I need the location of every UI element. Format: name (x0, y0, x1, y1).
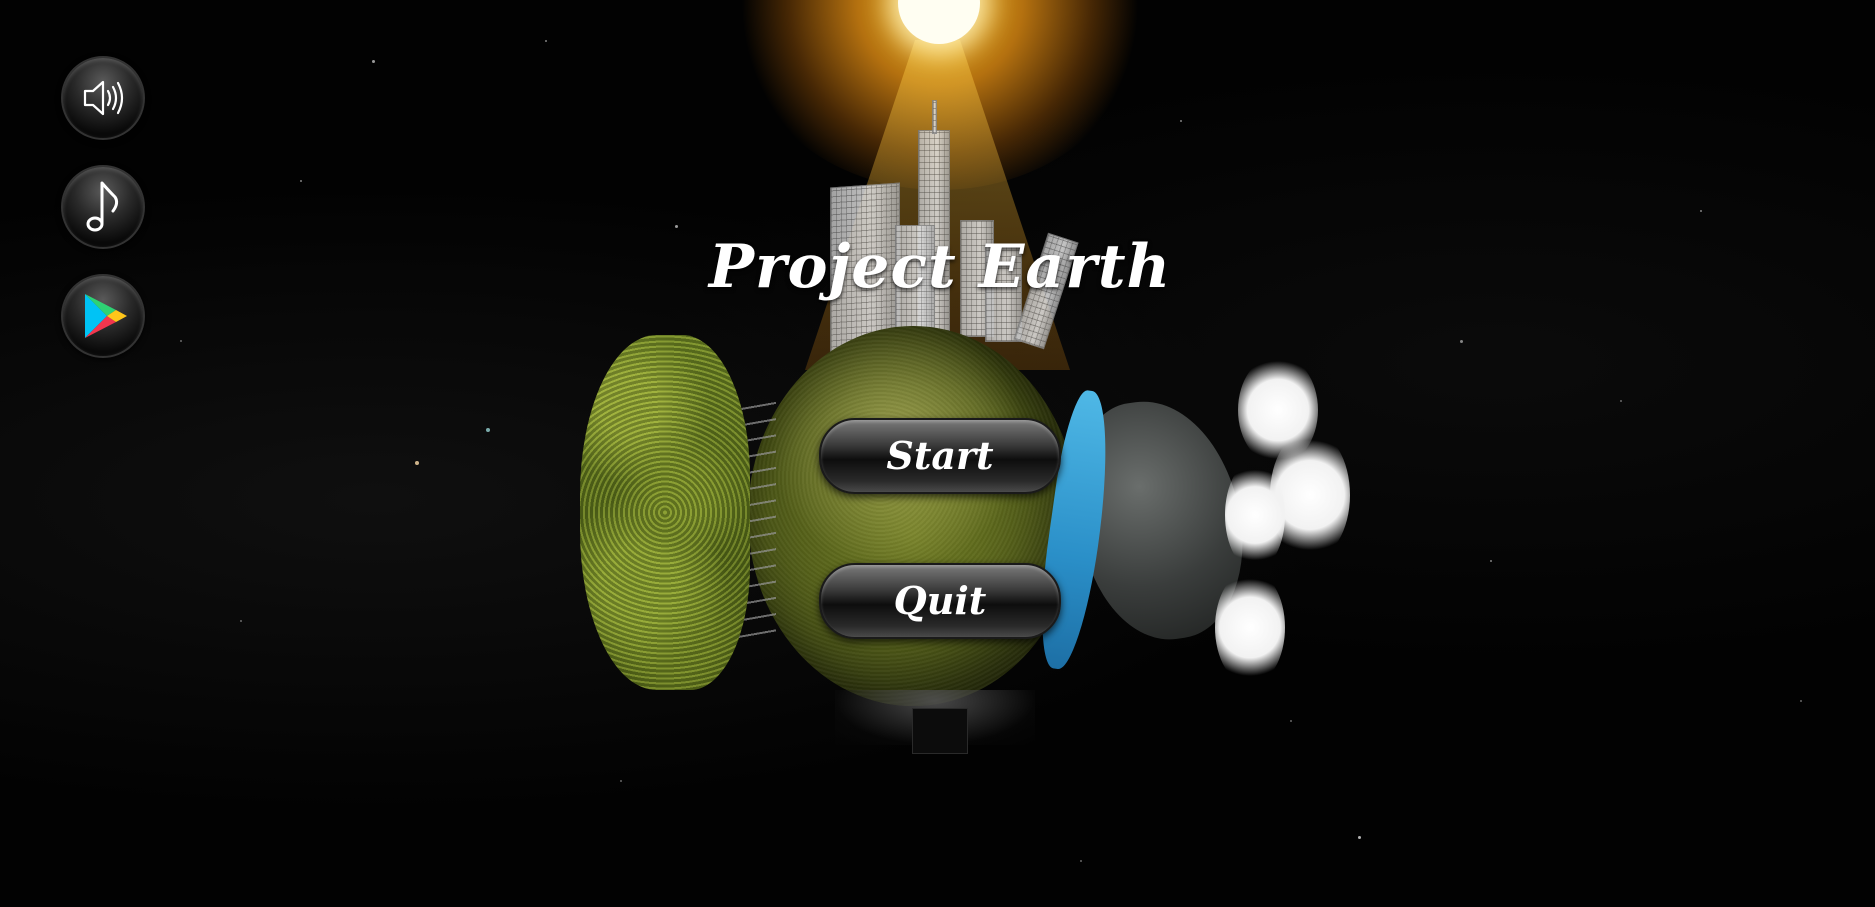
star (1080, 860, 1082, 862)
star (486, 428, 490, 432)
star (1800, 700, 1802, 702)
star (675, 225, 678, 228)
star (1358, 836, 1361, 839)
star (1620, 400, 1622, 402)
planet-grass-texture (748, 326, 1078, 706)
star (415, 461, 419, 465)
star (300, 180, 302, 182)
music-button[interactable] (61, 165, 145, 249)
game-title: Project Earth (708, 232, 1172, 302)
star (1180, 120, 1182, 122)
speaker-icon (83, 80, 124, 116)
machinery-box (912, 708, 968, 754)
star (240, 620, 242, 622)
google-play-button[interactable] (61, 274, 145, 358)
star (1290, 720, 1292, 722)
star (545, 40, 547, 42)
star (1490, 560, 1492, 562)
sound-button[interactable] (61, 56, 145, 140)
start-button[interactable]: Start (819, 418, 1061, 494)
star (1460, 340, 1463, 343)
music-note-icon (86, 181, 119, 232)
quit-button[interactable]: Quit (819, 563, 1061, 639)
cloud (1225, 460, 1285, 570)
antenna (932, 100, 937, 134)
cloud (1215, 570, 1285, 685)
forest-foliage (580, 335, 750, 690)
google-play-icon (85, 294, 127, 338)
star (1700, 210, 1702, 212)
star (620, 780, 622, 782)
star (372, 60, 375, 63)
star (180, 340, 182, 342)
